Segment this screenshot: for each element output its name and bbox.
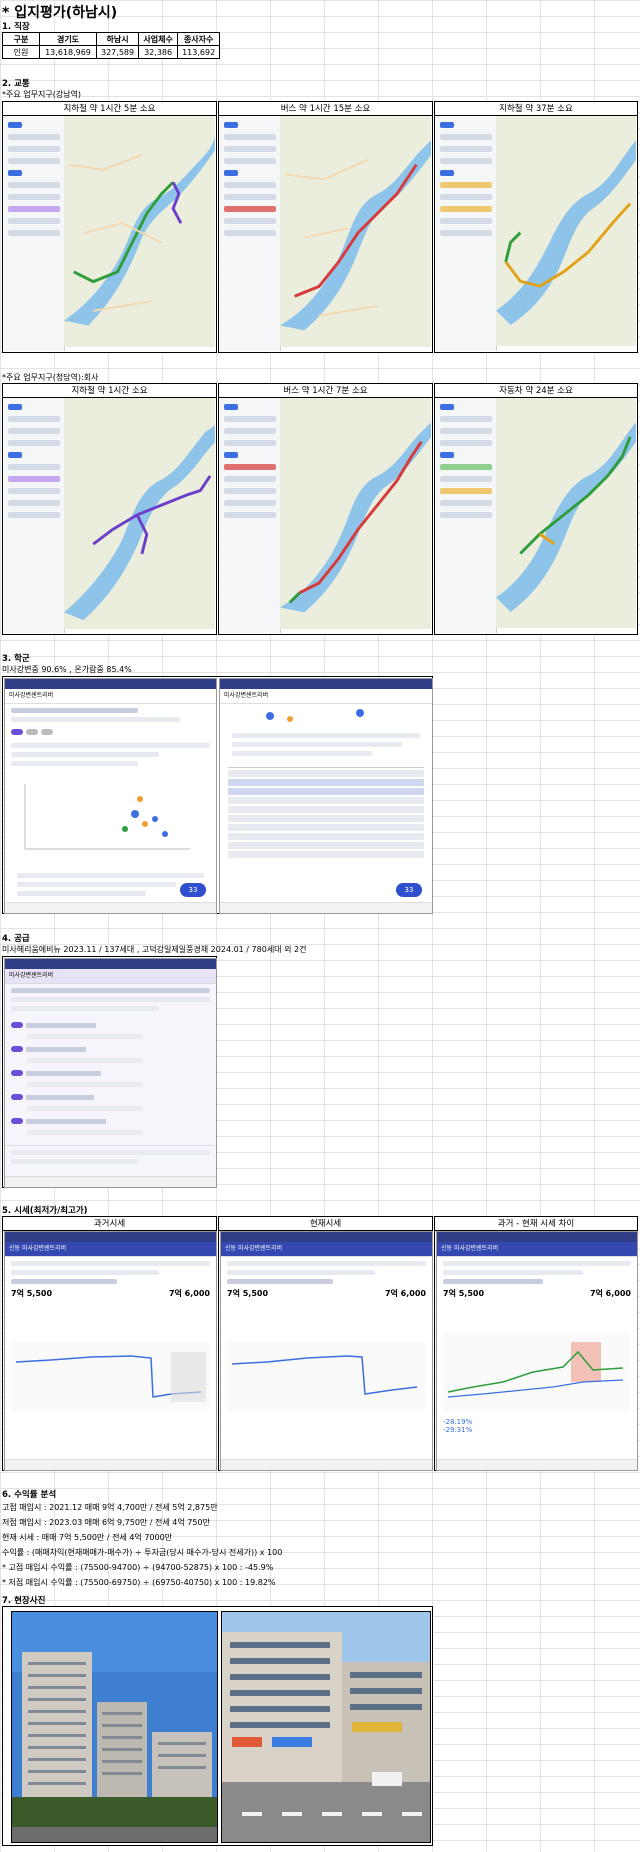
table-cell: 32,386 — [138, 45, 179, 59]
map-caption: 자동차 약 24분 소요 — [435, 384, 637, 398]
map-panel-cheongdam-subway: 지하철 약 1시간 소요 — [2, 383, 217, 635]
price-screenshot: 신동 미사강변센트리버 7억 5,500 7억 6,000 -28.19% -2… — [436, 1231, 638, 1471]
scatter-plot — [24, 784, 190, 850]
section-price: 5. 시세(최저가/최고가) — [2, 1206, 88, 1216]
route-map — [220, 116, 431, 351]
table-header: 사업체수 — [138, 32, 179, 46]
app-title: 미사강변센트리버 — [5, 689, 216, 704]
table-header: 경기도 — [39, 32, 97, 46]
price-diff-chart — [443, 1332, 631, 1412]
roi-line: 수익률 : (매매차익(현재매매가-매수가) ÷ 투자금(당시 매수가-당시 전… — [2, 1548, 283, 1557]
map-caption: 버스 약 1시간 7분 소요 — [219, 384, 432, 398]
cheongdam-label: *주요 업무지구(청담역):회사 — [2, 373, 99, 382]
map-panel-cheongdam-bus: 버스 약 1시간 7분 소요 — [218, 383, 433, 635]
map-sidebar — [220, 398, 281, 633]
school-badge: 33 — [396, 883, 422, 897]
supply-panel: 미사강변센트리버 — [2, 956, 217, 1188]
photo-apartments — [11, 1611, 218, 1843]
map-panel-gangnam-subway-37: 지하철 약 37분 소요 — [434, 101, 638, 353]
route-map — [436, 116, 636, 351]
map-panel-cheongdam-car: 자동차 약 24분 소요 — [434, 383, 638, 635]
table-header: 구분 — [2, 32, 40, 46]
school-note: 미사강변중 90.6% , 온가람중 85.4% — [2, 665, 132, 674]
route-map — [220, 398, 431, 633]
map-panel-gangnam-subway: 지하철 약 1시간 5분 소요 — [2, 101, 217, 353]
price-chart — [227, 1342, 425, 1412]
table-cell: 인원 — [2, 45, 40, 59]
map-canvas — [280, 116, 431, 347]
panel-caption: 현재시세 — [219, 1217, 432, 1231]
school-ranking-table — [228, 767, 424, 858]
section-supply: 4. 공급 — [2, 934, 30, 944]
price-screenshot: 신동 미사강변센트리버 7억 5,500 7억 6,000 — [220, 1231, 433, 1471]
school-screenshot-right: 미사강변센트리버 33 — [219, 678, 433, 914]
map-sidebar — [4, 398, 65, 633]
diff-rate-a: -28.19% — [443, 1418, 473, 1426]
map-canvas — [280, 398, 431, 629]
app-title: 신동 미사강변센트리버 — [5, 1242, 216, 1257]
population-table: 구분 경기도 하남시 사업체수 종사자수 인원 13,618,969 327,5… — [2, 32, 221, 59]
school-badge: 33 — [180, 883, 206, 897]
app-title: 미사강변센트리버 — [5, 969, 216, 984]
photo-street — [221, 1611, 431, 1843]
roi-line: * 저점 매입시 수익률 : (75500-69750) ÷ (69750-40… — [2, 1578, 276, 1587]
section-school: 3. 학군 — [2, 654, 30, 664]
map-canvas — [496, 116, 636, 347]
supply-screenshot: 미사강변센트리버 — [4, 958, 217, 1188]
roi-line: 고점 매입시 : 2021.12 매매 9억 4,700만 / 전세 5억 2,… — [2, 1503, 218, 1512]
price-low: 7억 5,500 — [11, 1289, 53, 1298]
map-caption: 버스 약 1시간 15분 소요 — [219, 102, 432, 116]
photo-panel — [2, 1606, 433, 1846]
map-sidebar — [436, 398, 497, 633]
school-screenshot-left: 미사강변센트리버 33 — [4, 678, 217, 914]
price-low: 7억 5,500 — [443, 1289, 485, 1298]
roi-line: * 고점 매입시 수익률 : (75500-94700) ÷ (94700-52… — [2, 1563, 274, 1572]
table-cell: 113,692 — [177, 45, 221, 59]
table-header: 하남시 — [95, 32, 140, 46]
section-photos: 7. 현장사진 — [2, 1596, 46, 1606]
section-transport: 2. 교통 — [2, 79, 30, 89]
roi-line: 저점 매입시 : 2023.03 매매 6억 9,750만 / 전세 4억 75… — [2, 1518, 210, 1527]
school-dots — [266, 709, 364, 722]
panel-caption: 과거 - 현재 시세 차이 — [435, 1217, 637, 1231]
table-header: 종사자수 — [177, 32, 221, 46]
map-caption: 지하철 약 1시간 5분 소요 — [3, 102, 216, 116]
map-sidebar — [436, 116, 497, 351]
app-title: 신동 미사강변센트리버 — [437, 1242, 637, 1257]
price-high: 7억 6,000 — [168, 1289, 210, 1298]
page-title: * 입지평가(하남시) — [2, 5, 118, 21]
price-low: 7억 5,500 — [227, 1289, 269, 1298]
price-screenshot: 신동 미사강변센트리버 7억 5,500 7억 6,000 — [4, 1231, 217, 1471]
route-map — [4, 116, 215, 351]
map-sidebar — [220, 116, 281, 351]
diff-rate-b: -29.31% — [443, 1426, 473, 1434]
map-canvas — [64, 116, 215, 347]
map-sidebar — [4, 116, 65, 351]
panel-caption: 과거시세 — [3, 1217, 216, 1231]
app-title: 미사강변센트리버 — [220, 689, 432, 704]
price-high: 7억 6,000 — [589, 1289, 631, 1298]
gangnam-label: *주요 업무지구(강남역) — [2, 90, 82, 99]
price-panel-current: 현재시세 신동 미사강변센트리버 7억 5,500 7억 6,000 — [218, 1216, 433, 1471]
price-panel-diff: 과거 - 현재 시세 차이 신동 미사강변센트리버 7억 5,500 7억 6,… — [434, 1216, 638, 1471]
section-work: 1. 직장 — [2, 22, 30, 32]
price-panel-past: 과거시세 신동 미사강변센트리버 7억 5,500 7억 6,000 — [2, 1216, 217, 1471]
map-caption: 지하철 약 37분 소요 — [435, 102, 637, 116]
map-canvas — [496, 398, 636, 629]
table-cell: 13,618,969 — [39, 45, 97, 59]
price-chart — [11, 1342, 209, 1412]
school-panel: 미사강변센트리버 33 미사강변센트리버 33 — [2, 676, 433, 914]
roi-line: 현재 시세 : 매매 7억 5,500만 / 전세 4억 7000만 — [2, 1533, 173, 1542]
map-caption: 지하철 약 1시간 소요 — [3, 384, 216, 398]
route-map — [4, 398, 215, 633]
app-title: 신동 미사강변센트리버 — [221, 1242, 432, 1257]
section-roi: 6. 수익률 분석 — [2, 1490, 57, 1500]
route-map — [436, 398, 636, 633]
table-cell: 327,589 — [95, 45, 140, 59]
supply-note: 미사헤리움에비뉴 2023.11 / 137세대 , 고덕강일제일풍경채 202… — [2, 945, 307, 954]
map-panel-gangnam-bus: 버스 약 1시간 15분 소요 — [218, 101, 433, 353]
price-high: 7억 6,000 — [384, 1289, 426, 1298]
map-canvas — [64, 398, 215, 629]
